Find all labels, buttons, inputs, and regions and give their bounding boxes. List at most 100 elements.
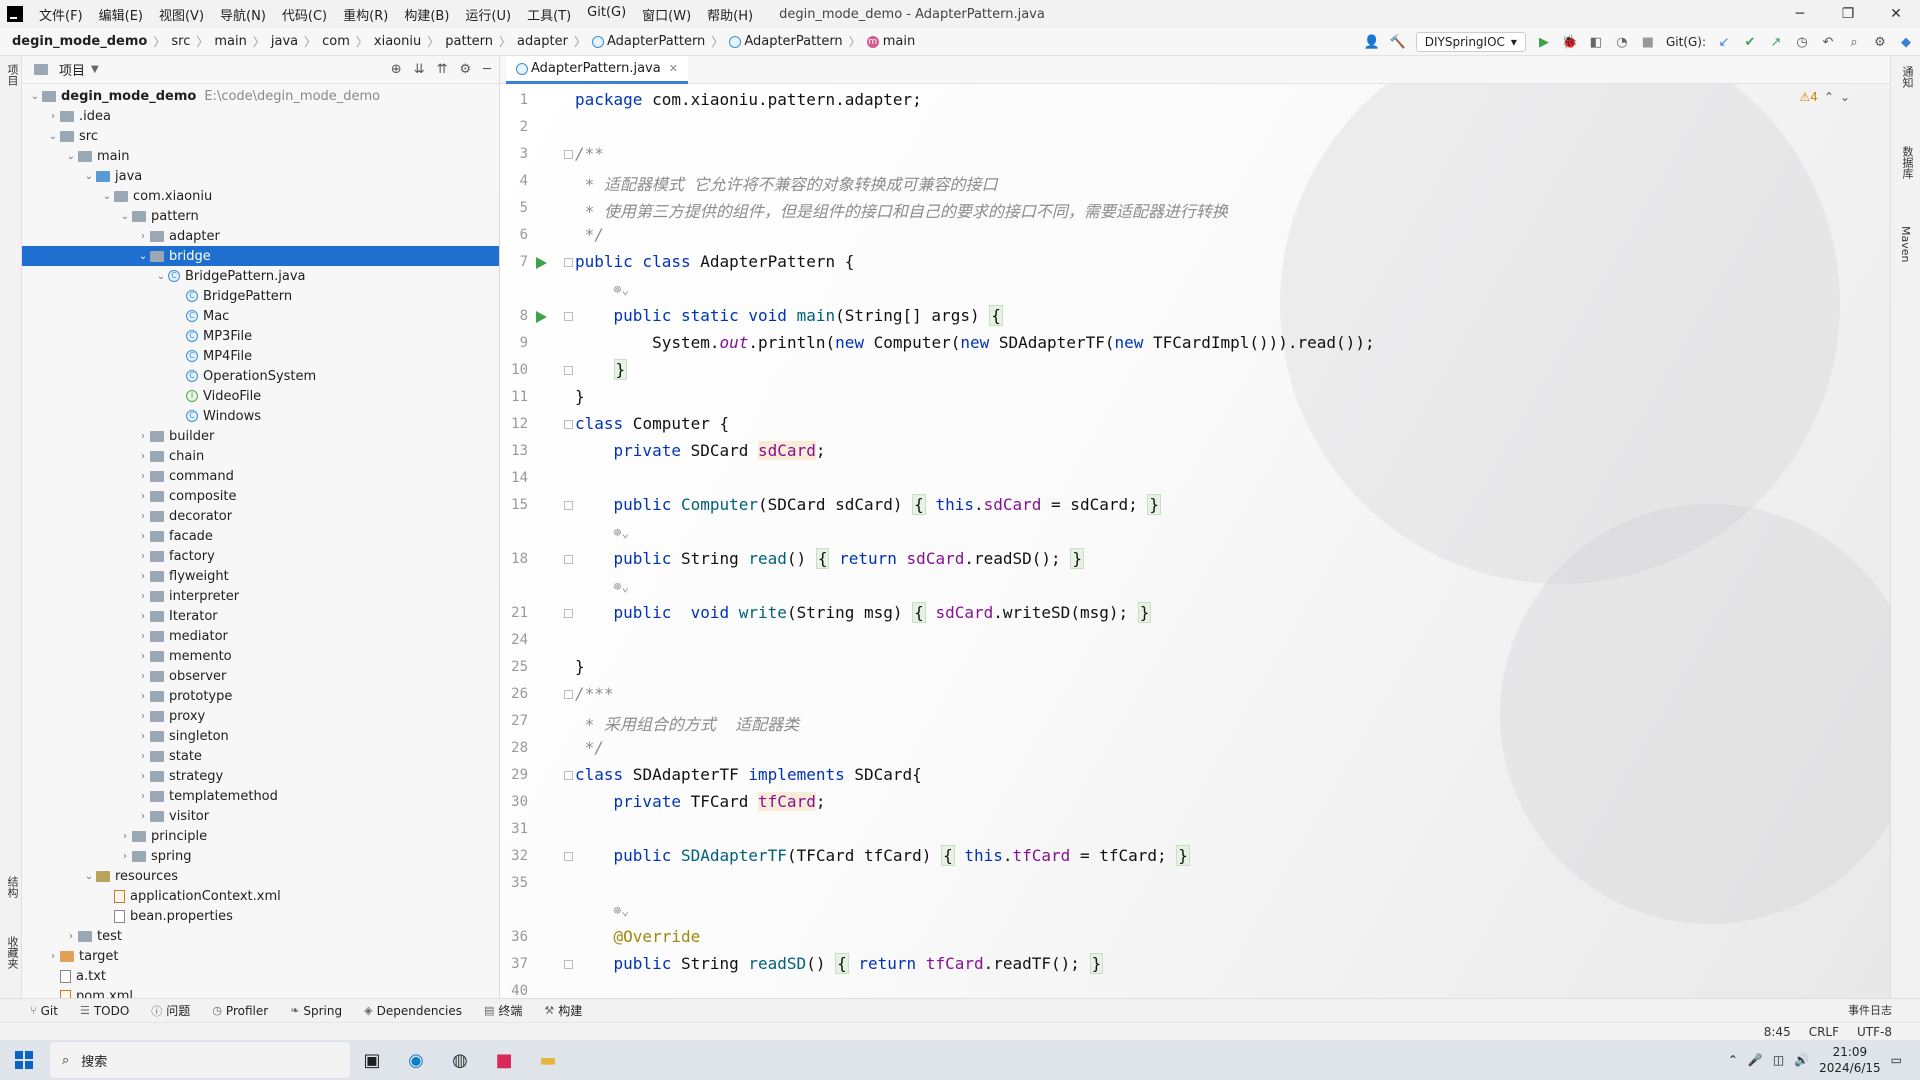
fold-marker[interactable] (564, 150, 573, 159)
tree-item[interactable]: I VideoFile (22, 386, 499, 406)
fold-marker[interactable] (564, 852, 573, 861)
tree-item[interactable]: ⌄ bridge (22, 246, 499, 266)
history-icon[interactable]: ◷ (1794, 34, 1810, 50)
breadcrumb-item[interactable]: xiaoniu (374, 34, 421, 49)
fold-marker[interactable] (564, 960, 573, 969)
tree-item[interactable]: › factory (22, 546, 499, 566)
tree-item[interactable]: C OperationSystem (22, 366, 499, 386)
chevron-icon[interactable]: › (136, 671, 150, 682)
menu-item[interactable]: 工具(T) (519, 5, 579, 24)
locate-icon[interactable]: ⊕ (391, 62, 402, 77)
file-encoding[interactable]: UTF-8 (1857, 1025, 1892, 1039)
chevron-icon[interactable]: › (136, 491, 150, 502)
chevron-icon[interactable]: ⌄ (46, 131, 60, 142)
expand-all-icon[interactable]: ⇊ (414, 62, 425, 77)
hide-icon[interactable]: ─ (483, 62, 491, 77)
breadcrumb-item[interactable]: AdapterPattern (729, 34, 843, 49)
chevron-icon[interactable]: › (136, 451, 150, 462)
menu-item[interactable]: 代码(C) (274, 5, 335, 24)
chevron-icon[interactable]: › (46, 951, 60, 962)
fold-marker[interactable] (564, 366, 573, 375)
file-explorer-icon[interactable]: ▬ (526, 1040, 570, 1080)
tree-item[interactable]: › .idea (22, 106, 499, 126)
tree-item[interactable]: › Iterator (22, 606, 499, 626)
chevron-icon[interactable]: › (136, 691, 150, 702)
code-editor[interactable]: 1 2 3 4 5 6 7 8 9 10 11 12 13 14 15 18 21 24 25 26 27 28 29 30 3… (500, 84, 1890, 998)
chevron-icon[interactable]: › (64, 931, 78, 942)
menu-item[interactable]: 运行(U) (457, 5, 519, 24)
profile-icon[interactable]: ◔ (1614, 34, 1630, 50)
tree-item[interactable]: › target (22, 946, 499, 966)
breadcrumb-item[interactable]: degin_mode_demo (12, 34, 147, 49)
taskbar-search[interactable]: ⌕ 搜索 (50, 1042, 350, 1078)
tree-item[interactable]: › state (22, 746, 499, 766)
git-commit-icon[interactable]: ✔ (1742, 34, 1758, 50)
git-push-icon[interactable]: ↗ (1768, 34, 1784, 50)
chevron-icon[interactable]: › (136, 551, 150, 562)
tree-item[interactable]: ⌄ java (22, 166, 499, 186)
breadcrumb-item[interactable]: pattern (445, 34, 493, 49)
run-gutter-icon[interactable] (536, 257, 547, 269)
editor-tab-adapterpattern[interactable]: AdapterPattern.java ✕ (506, 56, 688, 84)
tree-item[interactable]: bean.properties (22, 906, 499, 926)
chevron-icon[interactable]: › (118, 851, 132, 862)
breadcrumb-item[interactable]: adapter (517, 34, 568, 49)
tree-item[interactable]: C Windows (22, 406, 499, 426)
tree-item[interactable]: › composite (22, 486, 499, 506)
tree-item[interactable]: › proxy (22, 706, 499, 726)
chevron-icon[interactable]: › (136, 791, 150, 802)
menu-item[interactable]: 窗口(W) (634, 5, 699, 24)
tree-item[interactable]: › mediator (22, 626, 499, 646)
fold-marker[interactable] (564, 771, 573, 780)
chevron-icon[interactable]: › (136, 231, 150, 242)
tree-item[interactable]: C BridgePattern (22, 286, 499, 306)
chevron-icon[interactable]: › (136, 651, 150, 662)
line-separator[interactable]: CRLF (1809, 1025, 1839, 1039)
tree-item[interactable]: ⌄ main (22, 146, 499, 166)
tree-item[interactable]: › chain (22, 446, 499, 466)
tool-window-button[interactable]: ☰ TODO (80, 1004, 129, 1018)
tree-item[interactable]: › principle (22, 826, 499, 846)
tree-item[interactable]: › command (22, 466, 499, 486)
edge-icon[interactable]: ◉ (394, 1040, 438, 1080)
chevron-icon[interactable]: › (136, 771, 150, 782)
tree-item[interactable]: pom.xml (22, 986, 499, 998)
gear-icon[interactable]: ⚙ (460, 62, 472, 77)
event-log-button[interactable]: 事件日志 (1848, 1002, 1892, 1018)
clock[interactable]: 21:09 2024/6/15 (1819, 1044, 1881, 1076)
chevron-icon[interactable]: ⌄ (82, 171, 96, 182)
tree-item[interactable]: › adapter (22, 226, 499, 246)
chevron-icon[interactable]: ⌄ (100, 191, 114, 202)
chevron-icon[interactable]: ⌄ (64, 151, 78, 162)
network-icon[interactable]: ◫ (1773, 1053, 1784, 1067)
favorites-tool-tab[interactable]: 收藏夹 (4, 936, 20, 969)
chevron-icon[interactable]: › (136, 511, 150, 522)
tree-item[interactable]: › spring (22, 846, 499, 866)
collapse-all-icon[interactable]: ⇈ (437, 62, 448, 77)
stop-icon[interactable]: ■ (1640, 34, 1656, 50)
inspection-widget[interactable]: ⚠4 ⌃ ⌄ (1799, 90, 1850, 104)
chevron-icon[interactable]: ⌄ (136, 251, 150, 262)
chevron-up-icon[interactable]: ⌃ (1728, 1053, 1738, 1067)
tree-item[interactable]: ⌄ src (22, 126, 499, 146)
close-icon[interactable]: ✕ (1872, 0, 1920, 28)
tree-item[interactable]: › strategy (22, 766, 499, 786)
project-panel-title[interactable]: 项目 (59, 60, 85, 79)
tool-window-button[interactable]: ⓘ 问题 (151, 1002, 190, 1019)
project-tool-tab[interactable]: 项目 (4, 64, 20, 86)
tree-item[interactable]: ⌄ C BridgePattern.java (22, 266, 499, 286)
tree-item[interactable]: applicationContext.xml (22, 886, 499, 906)
user-icon[interactable]: 👤 (1364, 34, 1380, 50)
tree-item[interactable]: › flyweight (22, 566, 499, 586)
breadcrumb-item[interactable]: main (214, 34, 246, 49)
task-view-icon[interactable]: ▣ (350, 1040, 394, 1080)
chevron-icon[interactable]: › (136, 711, 150, 722)
tree-item[interactable]: › observer (22, 666, 499, 686)
speaker-icon[interactable]: 🔊 (1794, 1053, 1809, 1067)
menu-item[interactable]: 重构(R) (335, 5, 396, 24)
chevron-icon[interactable]: › (136, 731, 150, 742)
chevron-icon[interactable]: ⌄ (118, 211, 132, 222)
chevron-icon[interactable]: › (136, 811, 150, 822)
breadcrumb-item[interactable]: m main (866, 34, 915, 49)
chevron-icon[interactable]: ⌄ (154, 271, 168, 282)
